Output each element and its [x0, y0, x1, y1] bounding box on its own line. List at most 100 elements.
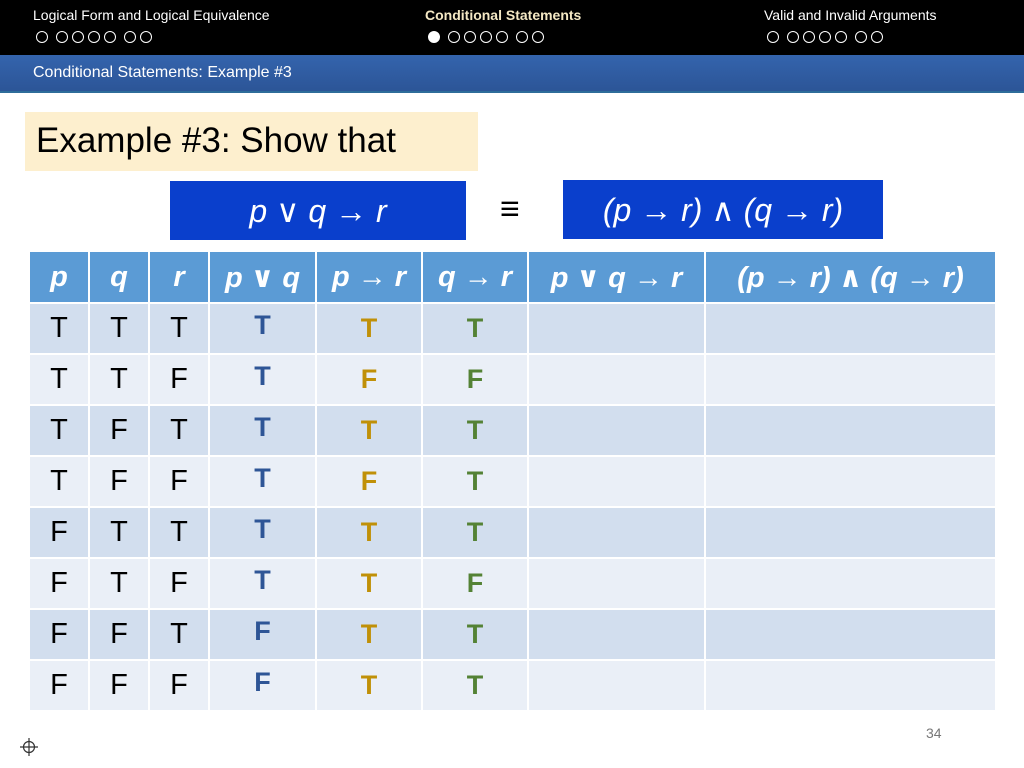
right-formula: (p → r) ∧ (q → r) — [602, 191, 844, 228]
cell-p: F — [28, 608, 90, 661]
cell-p-or-q: T — [208, 506, 317, 559]
table-row: FFTFTT — [28, 608, 997, 661]
cell-p-implies-r: F — [315, 455, 423, 508]
nav-slide-dot[interactable] — [767, 31, 779, 43]
slide-title-bar: Conditional Statements: Example #3 — [0, 55, 1024, 93]
cell-conjunction-of-implications[interactable] — [704, 608, 997, 661]
table-row: TFTTTT — [28, 404, 997, 457]
cell-p-or-q-implies-r[interactable] — [527, 404, 706, 457]
nav-section-label: Logical Form and Logical Equivalence — [33, 7, 270, 23]
nav-slide-dot[interactable] — [803, 31, 815, 43]
cell-q: T — [88, 506, 150, 559]
cell-q: F — [88, 608, 150, 661]
header-p-or-q-implies-r: p ∨ q → r — [527, 250, 706, 304]
cell-r: T — [148, 506, 210, 559]
cell-conjunction-of-implications[interactable] — [704, 404, 997, 457]
nav-section-valid-invalid-arguments[interactable]: Valid and Invalid Arguments — [764, 7, 937, 43]
cell-q-implies-r: T — [421, 455, 529, 508]
header-q: q — [88, 250, 150, 304]
nav-slide-dot[interactable] — [36, 31, 48, 43]
cell-p-or-q-implies-r[interactable] — [527, 608, 706, 661]
header-p-or-q: p ∨ q — [208, 250, 317, 304]
nav-section-conditional-statements[interactable]: Conditional Statements — [425, 7, 581, 43]
nav-slide-dot[interactable] — [88, 31, 100, 43]
cell-p-or-q-implies-r[interactable] — [527, 455, 706, 508]
left-formula: p ∨ q → r — [249, 192, 387, 229]
cell-q-implies-r: T — [421, 659, 529, 712]
cell-p: T — [28, 455, 90, 508]
equivalence-symbol: ≡ — [500, 190, 520, 228]
cell-conjunction-of-implications[interactable] — [704, 353, 997, 406]
nav-slide-dot[interactable] — [104, 31, 116, 43]
nav-slide-dot[interactable] — [835, 31, 847, 43]
cell-p-or-q: T — [208, 404, 317, 457]
cell-q: T — [88, 353, 150, 406]
cell-q-implies-r: T — [421, 608, 529, 661]
cell-p-or-q-implies-r[interactable] — [527, 353, 706, 406]
cell-q-implies-r: T — [421, 506, 529, 559]
nav-slide-dot[interactable] — [787, 31, 799, 43]
cell-conjunction-of-implications[interactable] — [704, 557, 997, 610]
nav-slide-dot[interactable] — [496, 31, 508, 43]
nav-slide-dot[interactable] — [855, 31, 867, 43]
cell-p: F — [28, 557, 90, 610]
truth-table-header-row: pqrp ∨ qp → rq → rp ∨ q → r (p → r) ∧ (q … — [28, 250, 997, 304]
nav-slide-dot[interactable] — [532, 31, 544, 43]
cell-q-implies-r: F — [421, 557, 529, 610]
cell-q: T — [88, 557, 150, 610]
cell-conjunction-of-implications[interactable] — [704, 659, 997, 712]
header-conjunction-of-implications: (p → r) ∧ (q → r) — [704, 250, 997, 304]
cell-q-implies-r: T — [421, 302, 529, 355]
cell-r: T — [148, 404, 210, 457]
cell-p-or-q-implies-r[interactable] — [527, 302, 706, 355]
cell-r: T — [148, 302, 210, 355]
cell-conjunction-of-implications[interactable] — [704, 506, 997, 559]
cell-p-or-q-implies-r[interactable] — [527, 557, 706, 610]
cell-conjunction-of-implications[interactable] — [704, 302, 997, 355]
cell-p: T — [28, 302, 90, 355]
nav-slide-dot[interactable] — [448, 31, 460, 43]
table-row: FTFTTF — [28, 557, 997, 610]
nav-section-label: Conditional Statements — [425, 7, 582, 23]
nav-slide-dot[interactable] — [72, 31, 84, 43]
nav-slide-dot[interactable] — [871, 31, 883, 43]
cell-p-implies-r: T — [315, 302, 423, 355]
cell-p-or-q-implies-r[interactable] — [527, 506, 706, 559]
cell-p-implies-r: T — [315, 404, 423, 457]
header-p-implies-r: p → r — [315, 250, 423, 304]
cell-conjunction-of-implications[interactable] — [704, 455, 997, 508]
cell-p-or-q: T — [208, 302, 317, 355]
table-row: TFFTFT — [28, 455, 997, 508]
cell-p-implies-r: T — [315, 557, 423, 610]
slide-title: Conditional Statements: Example #3 — [33, 64, 292, 81]
cell-p-implies-r: T — [315, 506, 423, 559]
header-q-implies-r: q → r — [421, 250, 529, 304]
header-p: p — [28, 250, 90, 304]
example-heading-box: Example #3: Show that — [25, 112, 478, 171]
cell-r: F — [148, 455, 210, 508]
cell-q: F — [88, 659, 150, 712]
cell-r: F — [148, 557, 210, 610]
nav-slide-dot[interactable] — [516, 31, 528, 43]
nav-slide-dot[interactable] — [124, 31, 136, 43]
nav-dots — [428, 31, 581, 43]
left-formula-box: p ∨ q → r — [170, 181, 466, 240]
cell-q-implies-r: T — [421, 404, 529, 457]
table-row: TTTTTT — [28, 302, 997, 355]
nav-slide-dot[interactable] — [56, 31, 68, 43]
section-navigation-bar: Logical Form and Logical Equivalence Con… — [0, 0, 1024, 55]
cell-q-implies-r: F — [421, 353, 529, 406]
cell-p-implies-r: T — [315, 608, 423, 661]
nav-section-logical-form[interactable]: Logical Form and Logical Equivalence — [33, 7, 270, 43]
cell-r: T — [148, 608, 210, 661]
nav-slide-dot[interactable] — [819, 31, 831, 43]
cell-p-implies-r: F — [315, 353, 423, 406]
nav-slide-dot[interactable] — [464, 31, 476, 43]
cell-p: T — [28, 404, 90, 457]
nav-slide-dot[interactable] — [140, 31, 152, 43]
cell-p-or-q-implies-r[interactable] — [527, 659, 706, 712]
cell-r: F — [148, 353, 210, 406]
crosshair-icon[interactable] — [19, 737, 39, 757]
nav-slide-dot[interactable] — [480, 31, 492, 43]
nav-slide-dot[interactable] — [428, 31, 440, 43]
